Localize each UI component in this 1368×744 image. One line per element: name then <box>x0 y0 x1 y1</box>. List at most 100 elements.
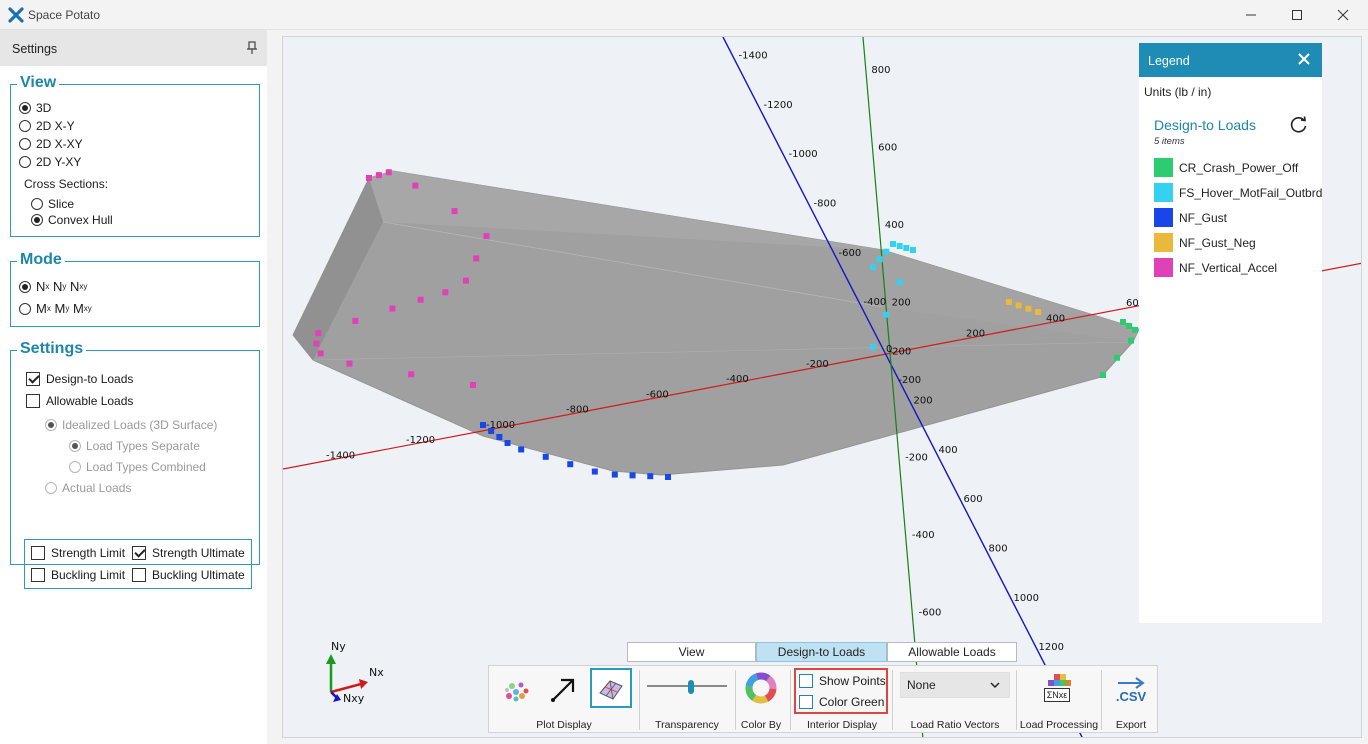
tab-allowable-loads[interactable]: Allowable Loads <box>887 642 1017 662</box>
nxy-tick-label: -800 <box>814 199 837 210</box>
gizmo-nxy-label: Nxy <box>343 692 365 705</box>
load-types-separate-option[interactable]: Load Types Separate <box>69 439 200 453</box>
nx-tick-label: 400 <box>1046 313 1065 324</box>
design-to-loads-checkbox[interactable] <box>26 372 40 386</box>
strength-limit-checkbox[interactable] <box>31 546 45 560</box>
actual-loads-option[interactable]: Actual Loads <box>45 481 131 495</box>
strength-ultimate-checkbox[interactable] <box>132 546 146 560</box>
toolbar-separator <box>735 670 736 730</box>
design-to-loads-option[interactable]: Design-to Loads <box>26 372 133 386</box>
load-point <box>870 264 876 270</box>
color-green-checkbox[interactable] <box>799 695 813 709</box>
limit-ultimate-box: Strength Limit Strength Ultimate Bucklin… <box>24 539 252 589</box>
export-label: Export <box>1115 719 1147 731</box>
legend-title: Legend <box>1148 54 1190 68</box>
slider-thumb[interactable] <box>688 680 694 694</box>
vector-display-button[interactable] <box>545 671 581 707</box>
export-csv-button[interactable]: .CSV <box>1109 670 1153 710</box>
load-point <box>315 330 322 337</box>
tab-view[interactable]: View <box>627 642 756 662</box>
buckling-limit-checkbox[interactable] <box>31 568 45 582</box>
cross-section-slice[interactable]: Slice <box>31 197 74 211</box>
load-point <box>470 382 476 388</box>
load-point <box>473 255 480 262</box>
legend-group-title: Design-to Loads <box>1154 117 1256 133</box>
tab-design-to-loads[interactable]: Design-to Loads <box>756 642 887 662</box>
radio-2d-y-xy[interactable] <box>19 156 31 168</box>
view-group-title: View <box>17 74 60 92</box>
radio-slice[interactable] <box>31 198 43 210</box>
ny-tick-label: -600 <box>919 607 942 618</box>
idealized-loads-option[interactable]: Idealized Loads (3D Surface) <box>45 418 217 432</box>
mode-option-n[interactable]: Nx Ny Nxy <box>19 279 87 294</box>
settings-panel-title: Settings <box>12 42 58 56</box>
radio-mode-n[interactable] <box>19 280 31 293</box>
radio-3d[interactable] <box>19 102 31 114</box>
show-points-option[interactable]: Show Points <box>799 674 886 688</box>
pin-icon[interactable] <box>245 40 259 56</box>
legend-item-label: NF_Vertical_Accel <box>1179 260 1278 275</box>
load-point <box>408 371 415 378</box>
refresh-icon[interactable] <box>1289 115 1309 135</box>
view-option-2d-y-xy[interactable]: 2D Y-XY <box>19 155 81 169</box>
load-ratio-value: None <box>907 678 936 692</box>
surface-mesh-icon <box>599 680 623 700</box>
radio-2d-x-y[interactable] <box>19 120 31 132</box>
legend-item: FS_Hover_MotFail_Outbrd <box>1154 183 1322 202</box>
load-point <box>483 233 490 240</box>
maximize-icon <box>1292 10 1302 20</box>
surface-display-button[interactable] <box>590 668 632 708</box>
maximize-button[interactable] <box>1274 0 1320 30</box>
radio-actual-loads[interactable] <box>45 482 57 494</box>
ny-tick-label: -200 <box>898 375 921 386</box>
close-window-button[interactable] <box>1320 0 1366 30</box>
nxy-tick-label: -200 <box>889 346 912 357</box>
load-point <box>876 256 883 263</box>
strength-ultimate-option[interactable]: Strength Ultimate <box>132 546 245 560</box>
radio-convex-hull[interactable] <box>31 214 43 226</box>
load-processing-icon-text: ΣNxε <box>1043 688 1071 702</box>
cross-section-convex-hull[interactable]: Convex Hull <box>31 213 113 227</box>
legend-swatch <box>1154 208 1173 227</box>
load-point <box>629 472 636 479</box>
legend-panel: Legend Units (lb / in) Design-to Loads 5… <box>1139 43 1322 623</box>
show-points-checkbox[interactable] <box>799 674 813 688</box>
buckling-ultimate-option[interactable]: Buckling Ultimate <box>132 568 245 582</box>
close-icon[interactable] <box>1298 53 1310 65</box>
view-option-3d[interactable]: 3D <box>19 101 51 115</box>
minimize-button[interactable] <box>1228 0 1274 30</box>
radio-mode-m[interactable] <box>19 302 31 315</box>
radio-2d-x-xy[interactable] <box>19 138 31 150</box>
view-option-2d-x-y[interactable]: 2D X-Y <box>19 119 75 133</box>
legend-swatch <box>1154 258 1173 277</box>
load-point <box>883 248 890 255</box>
load-point <box>352 317 359 324</box>
3d-viewport[interactable]: -1400 -1200 -1000 -800 -600 -400 -200 0 200 400 60… <box>282 36 1362 738</box>
legend-item: NF_Gust <box>1154 208 1227 227</box>
scatter-plot-button[interactable] <box>498 671 534 707</box>
load-point <box>1126 323 1132 329</box>
load-ratio-dropdown[interactable]: None <box>900 672 1010 698</box>
allowable-loads-option[interactable]: Allowable Loads <box>26 394 133 408</box>
radio-idealized-loads[interactable] <box>45 419 57 431</box>
buckling-limit-option[interactable]: Buckling Limit <box>31 568 125 582</box>
color-green-option[interactable]: Color Green <box>799 695 884 709</box>
nx-tick-label: -200 <box>806 359 829 370</box>
allowable-loads-checkbox[interactable] <box>26 394 40 408</box>
radio-load-types-separate[interactable] <box>69 440 81 452</box>
strength-limit-option[interactable]: Strength Limit <box>31 546 125 560</box>
load-processing-button[interactable]: ΣNxε <box>1039 669 1075 707</box>
mode-option-m[interactable]: Mx My Mxy <box>19 301 92 316</box>
load-point <box>896 243 903 249</box>
view-option-2d-x-xy[interactable]: 2D X-XY <box>19 137 83 151</box>
legend-item-label: NF_Gust <box>1179 210 1228 225</box>
buckling-ultimate-checkbox[interactable] <box>132 568 146 582</box>
legend-swatch <box>1154 183 1173 202</box>
color-by-button[interactable] <box>743 670 779 706</box>
radio-load-types-combined[interactable] <box>69 461 81 473</box>
transparency-slider[interactable] <box>647 680 727 694</box>
chevron-down-icon <box>990 682 1000 689</box>
nxy-tick-label: 1200 <box>1039 642 1064 653</box>
close-icon <box>1337 9 1349 21</box>
load-types-combined-option[interactable]: Load Types Combined <box>69 460 206 474</box>
